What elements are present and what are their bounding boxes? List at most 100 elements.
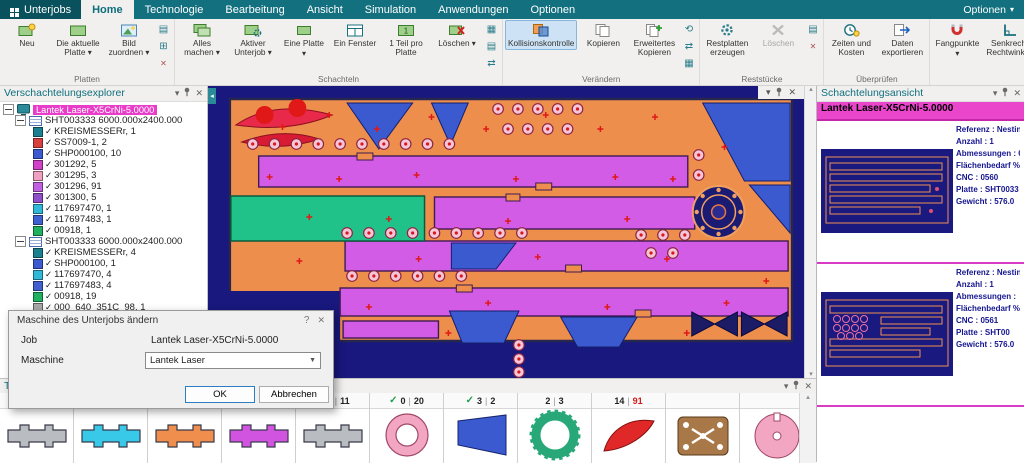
tree-plate-item[interactable]: SHT003333 6000.000x2400.000 xyxy=(0,236,207,247)
help-button[interactable]: ? xyxy=(296,315,318,326)
chevron-down-icon[interactable]: ▾ xyxy=(766,88,771,97)
close-icon[interactable]: ✕ xyxy=(317,315,325,326)
ribbon-button-die-aktuelle-platte[interactable]: Die aktuelle Platte ▾ xyxy=(53,20,103,60)
tree-part-item[interactable]: 301292, 5 xyxy=(0,159,207,170)
expand-icon[interactable] xyxy=(15,236,26,247)
tab-bearbeitung[interactable]: Bearbeitung xyxy=(214,0,295,19)
plus-icon[interactable] xyxy=(155,38,172,54)
close-icon[interactable]: ✕ xyxy=(1013,89,1021,98)
tab-anwendungen[interactable]: Anwendungen xyxy=(427,0,519,19)
rows-icon[interactable] xyxy=(804,21,821,37)
scroll-up-icon[interactable]: ▴ xyxy=(809,85,813,93)
part-tile[interactable]: 2|3 xyxy=(518,393,592,463)
scroll-down-icon[interactable]: ▾ xyxy=(809,370,813,378)
options-menu[interactable]: Optionen xyxy=(963,4,1006,16)
job-value: Lantek Laser-X5CrNi-5.0000 xyxy=(151,335,278,346)
swap-icon[interactable] xyxy=(680,38,697,54)
ribbon-button-erweitertes-kopieren[interactable]: Erweitertes Kopieren xyxy=(629,20,679,60)
rotate-icon[interactable] xyxy=(680,21,697,37)
ribbon-button-daten-exportieren[interactable]: Daten exportieren xyxy=(877,20,927,60)
rows-icon[interactable] xyxy=(155,21,172,37)
ribbon-button-label: 1 Teil pro Platte xyxy=(384,39,428,58)
tab-optionen[interactable]: Optionen xyxy=(519,0,586,19)
collapse-explorer-button[interactable]: ◂ xyxy=(208,88,216,104)
ribbon-button-1-teil-pro-platte[interactable]: 11 Teil pro Platte xyxy=(381,20,431,60)
tree-part-item[interactable]: 117697470, 4 xyxy=(0,269,207,280)
close-icon[interactable]: ✕ xyxy=(195,89,203,98)
pin-icon[interactable] xyxy=(792,380,800,392)
tree-part-item[interactable]: 301296, 91 xyxy=(0,181,207,192)
nesting-thumbnail xyxy=(821,149,953,262)
ribbon-button-fangpunkte[interactable]: Fangpunkte ▾ xyxy=(932,20,982,61)
tab-ansicht[interactable]: Ansicht xyxy=(296,0,354,19)
ribbon-button-aktiver-unterjob[interactable]: Aktiver Unterjob ▾ xyxy=(228,20,278,60)
grid-icon[interactable] xyxy=(483,21,500,37)
expand-icon[interactable] xyxy=(15,115,26,126)
ribbon-button-neu[interactable]: Neu xyxy=(2,20,52,50)
cross-icon[interactable] xyxy=(804,38,821,54)
ribbon-button-senkrecht-rechtwinklig[interactable]: Senkrecht Rechtwinklig xyxy=(983,20,1024,60)
cross-icon[interactable] xyxy=(155,55,172,71)
machine-select[interactable]: Lantek Laser ▼ xyxy=(145,352,321,369)
ok-button[interactable]: OK xyxy=(185,386,255,403)
nesting-entry[interactable]: Referenz : NestinAnzahl : 1Abmessungen :… xyxy=(817,121,1024,264)
tab-unterjobs[interactable]: Unterjobs xyxy=(0,0,81,19)
tree-part-item[interactable]: SHP000100, 1 xyxy=(0,258,207,269)
ribbon-button-kollisionskontrolle[interactable]: Kollisionskontrolle xyxy=(505,20,577,50)
tree-part-item[interactable]: 117697483, 4 xyxy=(0,280,207,291)
ribbon-button-label: Daten exportieren xyxy=(880,39,924,58)
ribbon-button-eine-platte[interactable]: Eine Platte ▾ xyxy=(279,20,329,61)
pin-icon[interactable] xyxy=(775,87,783,99)
ribbon-button-bild-zuordnen[interactable]: Bild zuordnen ▾ xyxy=(104,20,154,60)
tree-part-item[interactable]: 00918, 19 xyxy=(0,291,207,302)
tree-part-item[interactable]: SHP000100, 10 xyxy=(0,148,207,159)
rows-icon[interactable] xyxy=(483,38,500,54)
ribbon-button-l-schen[interactable]: Löschen ▾ xyxy=(432,20,482,51)
cancel-button[interactable]: Abbrechen xyxy=(259,386,329,403)
grid-icon[interactable] xyxy=(680,55,697,71)
close-icon[interactable]: ✕ xyxy=(788,88,796,97)
part-tile[interactable]: 0|20 xyxy=(370,393,444,463)
ribbon-button-ein-fenster[interactable]: Ein Fenster xyxy=(330,20,380,50)
part-tile[interactable] xyxy=(666,393,740,463)
tree-part-label: SHP000100, 10 xyxy=(54,148,121,159)
nesting-entry[interactable]: Referenz : NestinAnzahl : 1Abmessungen :… xyxy=(817,264,1024,407)
expand-icon[interactable] xyxy=(3,104,14,115)
image-icon xyxy=(120,22,138,38)
tab-technologie[interactable]: Technologie xyxy=(134,0,215,19)
ribbon-button-restplatten-erzeugen[interactable]: Restplatten erzeugen xyxy=(702,20,752,60)
part-tile-counts: 3|2 xyxy=(444,393,517,409)
part-tile[interactable]: 3|2 xyxy=(444,393,518,463)
machine-title[interactable]: Lantek Laser-X5CrNi-5.0000 xyxy=(817,102,1024,121)
parts-scrollbar[interactable]: ▴ xyxy=(799,393,816,463)
pin-icon[interactable] xyxy=(183,87,191,99)
part-tile[interactable]: 14|91 xyxy=(592,393,666,463)
close-icon[interactable]: ✕ xyxy=(804,382,812,391)
ribbon-button-zeiten-und-kosten[interactable]: Zeiten und Kosten xyxy=(826,20,876,60)
ribbon-small-buttons xyxy=(680,20,697,71)
chevron-down-icon[interactable]: ▾ xyxy=(784,382,789,391)
tree-root-item[interactable]: Lantek Laser-X5CrNi-5.0000 xyxy=(0,104,207,115)
pin-icon[interactable] xyxy=(1001,87,1009,99)
tree-part-item[interactable]: KREISMESSERr, 4 xyxy=(0,247,207,258)
ribbon-button-l-schen[interactable]: Löschen xyxy=(753,20,803,50)
tree-part-item[interactable]: 301300, 5 xyxy=(0,192,207,203)
tree-part-item[interactable]: KREISMESSERr, 1 xyxy=(0,126,207,137)
chevron-down-icon[interactable]: ▾ xyxy=(993,89,998,98)
ribbon-button-alles-machen[interactable]: Alles machen ▾ xyxy=(177,20,227,60)
scroll-up-icon[interactable]: ▴ xyxy=(806,393,810,401)
tree-part-item[interactable]: 301295, 3 xyxy=(0,170,207,181)
check-icon xyxy=(45,280,52,291)
tree-plate-item[interactable]: SHT003333 6000.000x2400.000 xyxy=(0,115,207,126)
tree-part-item[interactable]: 117697470, 1 xyxy=(0,203,207,214)
chevron-down-icon[interactable]: ▾ xyxy=(175,89,180,98)
tab-home[interactable]: Home xyxy=(81,0,134,19)
tree-part-item[interactable]: 117697483, 1 xyxy=(0,214,207,225)
swap-icon[interactable] xyxy=(483,55,500,71)
tree-part-item[interactable]: SS7009-1, 2 xyxy=(0,137,207,148)
part-tile[interactable] xyxy=(740,393,800,463)
tab-simulation[interactable]: Simulation xyxy=(354,0,427,19)
ribbon-button-kopieren[interactable]: Kopieren xyxy=(578,20,628,50)
dialog-titlebar[interactable]: Maschine des Unterjobs ändern ? ✕ xyxy=(9,311,333,329)
tree-part-item[interactable]: 00918, 1 xyxy=(0,225,207,236)
